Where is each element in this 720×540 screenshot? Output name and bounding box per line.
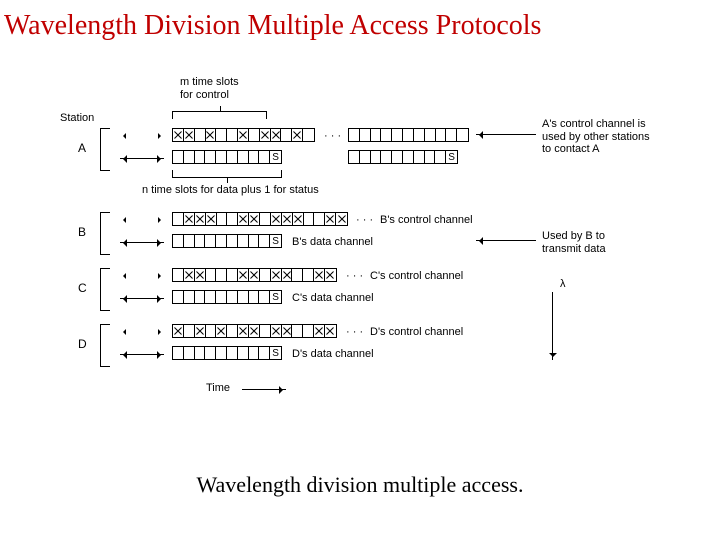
a-control-row-1	[172, 128, 315, 142]
dots: · · ·	[346, 270, 363, 282]
d-control-row	[172, 324, 337, 338]
b-data-row: S	[172, 234, 282, 248]
a-data-row-2: S	[348, 150, 458, 164]
c-data-arrow	[120, 298, 164, 299]
tick	[100, 268, 110, 269]
tick	[100, 212, 110, 213]
dots: · · ·	[324, 130, 341, 142]
station-a-label: A	[78, 142, 86, 156]
brace-m-slots	[172, 111, 267, 119]
lambda-label: λ	[560, 278, 566, 291]
tick	[100, 366, 110, 367]
brace-n-slots	[172, 170, 282, 178]
a-control-row-2	[348, 128, 469, 142]
b-note: Used by B to transmit data	[542, 230, 606, 255]
d-data-row: S	[172, 346, 282, 360]
b-data-label: B's data channel	[292, 236, 373, 249]
d-data-arrow	[120, 354, 164, 355]
station-heading: Station	[60, 112, 94, 125]
dots: · · ·	[356, 214, 373, 226]
m-slots-label: m time slots for control	[180, 76, 239, 101]
tick	[100, 128, 110, 129]
station-d-bracket	[100, 324, 101, 366]
station-a-bracket	[100, 128, 101, 170]
a-data-row-1: S	[172, 150, 282, 164]
n-slots-label: n time slots for data plus 1 for status	[142, 184, 319, 197]
a-data-arrow	[120, 158, 164, 159]
dots: · · ·	[346, 326, 363, 338]
lambda-arrow	[552, 292, 553, 360]
tick	[100, 310, 110, 311]
station-b-label: B	[78, 226, 86, 240]
figure-caption: Wavelength division multiple access.	[0, 472, 720, 498]
tick	[100, 254, 110, 255]
c-data-row: S	[172, 290, 282, 304]
station-c-bracket	[100, 268, 101, 310]
d-data-label: D's data channel	[292, 348, 374, 361]
b-data-arrow	[120, 242, 164, 243]
wdma-diagram: m time slots for control Station A S · ·…	[78, 80, 658, 440]
a-note: A's control channel is used by other sta…	[542, 118, 650, 156]
a-note-arrow	[476, 134, 536, 135]
c-control-row	[172, 268, 337, 282]
b-control-row	[172, 212, 348, 226]
station-c-label: C	[78, 282, 87, 296]
page-title: Wavelength Division Multiple Access Prot…	[0, 0, 720, 42]
tick	[100, 324, 110, 325]
station-b-bracket	[100, 212, 101, 254]
b-ctrl-label: B's control channel	[380, 214, 473, 227]
time-label: Time	[206, 382, 230, 395]
c-data-label: C's data channel	[292, 292, 374, 305]
time-arrow	[242, 389, 286, 390]
c-ctrl-label: C's control channel	[370, 270, 463, 283]
b-note-arrow	[476, 240, 536, 241]
station-d-label: D	[78, 338, 87, 352]
d-ctrl-label: D's control channel	[370, 326, 463, 339]
tick	[100, 170, 110, 171]
